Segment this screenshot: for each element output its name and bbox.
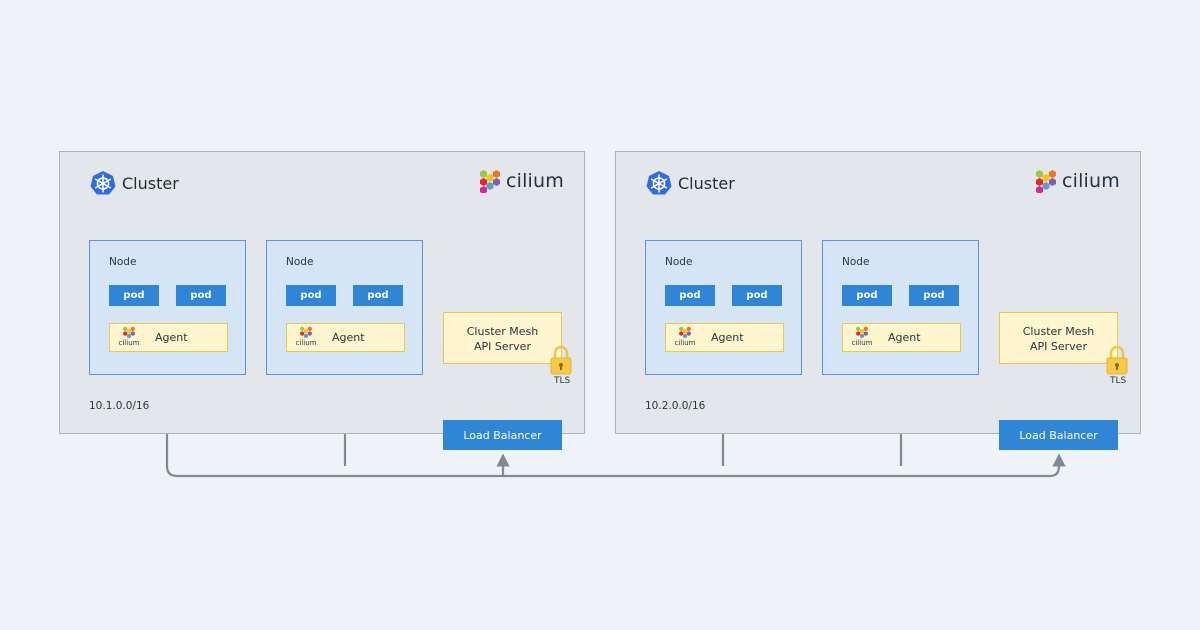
agent-logo: cilium bbox=[673, 326, 697, 347]
clustermesh-apiserver: Cluster Mesh API Server bbox=[443, 312, 562, 364]
agent-logo-text: cilium bbox=[118, 339, 140, 347]
cilium-agent: cilium Agent bbox=[286, 323, 405, 352]
pod: pod bbox=[842, 285, 892, 306]
node-box: Node pod pod cilium Agent bbox=[89, 240, 246, 375]
node-label: Node bbox=[665, 256, 693, 268]
pod: pod bbox=[665, 285, 715, 306]
agent-label: Agent bbox=[332, 331, 365, 344]
node-box: Node pod pod cilium Agent bbox=[266, 240, 423, 375]
load-balancer: Load Balancer bbox=[443, 420, 562, 450]
node-label: Node bbox=[286, 256, 314, 268]
pod: pod bbox=[353, 285, 403, 306]
agent-logo-text: cilium bbox=[295, 339, 317, 347]
cilium-icon bbox=[679, 326, 691, 339]
cilium-icon bbox=[856, 326, 868, 339]
cilium-agent: cilium Agent bbox=[665, 323, 784, 352]
node-label: Node bbox=[842, 256, 870, 268]
apiserver-line2: API Server bbox=[474, 340, 531, 353]
tls-label: TLS bbox=[1110, 376, 1127, 386]
kubernetes-icon bbox=[90, 171, 116, 195]
agent-logo-text: cilium bbox=[674, 339, 696, 347]
padlock-icon bbox=[1106, 345, 1128, 375]
pod: pod bbox=[909, 285, 959, 306]
cilium-hexagon-icon bbox=[1035, 170, 1056, 193]
cilium-wordmark: cilium bbox=[505, 170, 564, 192]
tls-label: TLS bbox=[554, 376, 571, 386]
cluster-cidr: 10.2.0.0/16 bbox=[645, 400, 706, 412]
agent-logo-text: cilium bbox=[851, 339, 873, 347]
cilium-icon bbox=[123, 326, 135, 339]
agent-label: Agent bbox=[711, 331, 744, 344]
cilium-wordmark: cilium bbox=[1061, 170, 1120, 192]
cluster-header: Cluster bbox=[646, 170, 735, 196]
node-label: Node bbox=[109, 256, 137, 268]
cilium-hexagon-icon bbox=[479, 170, 500, 193]
cilium-logo: cilium bbox=[478, 169, 564, 193]
agent-label: Agent bbox=[888, 331, 921, 344]
clustermesh-apiserver: Cluster Mesh API Server bbox=[999, 312, 1118, 364]
cluster-header: Cluster bbox=[90, 170, 179, 196]
apiserver-line2: API Server bbox=[1030, 340, 1087, 353]
apiserver-line1: Cluster Mesh bbox=[1022, 325, 1095, 338]
cluster-box: Cluster cilium Node pod pod cilium Agent… bbox=[615, 151, 1141, 450]
pod: pod bbox=[286, 285, 336, 306]
cilium-agent: cilium Agent bbox=[109, 323, 228, 352]
pod: pod bbox=[732, 285, 782, 306]
node-box: Node pod pod cilium Agent bbox=[822, 240, 979, 375]
cilium-logo: cilium bbox=[1034, 169, 1120, 193]
cluster-box: Cluster cilium Node pod pod cilium Agent… bbox=[59, 151, 585, 450]
agent-label: Agent bbox=[155, 331, 188, 344]
agent-logo: cilium bbox=[294, 326, 318, 347]
cluster-title: Cluster bbox=[678, 173, 735, 193]
pod: pod bbox=[109, 285, 159, 306]
cluster-title: Cluster bbox=[122, 173, 179, 193]
cilium-agent: cilium Agent bbox=[842, 323, 961, 352]
cilium-icon bbox=[300, 326, 312, 339]
padlock-icon bbox=[550, 345, 572, 375]
agent-logo: cilium bbox=[850, 326, 874, 347]
node-box: Node pod pod cilium Agent bbox=[645, 240, 802, 375]
kubernetes-icon bbox=[646, 171, 672, 195]
apiserver-line1: Cluster Mesh bbox=[466, 325, 539, 338]
agent-logo: cilium bbox=[117, 326, 141, 347]
load-balancer: Load Balancer bbox=[999, 420, 1118, 450]
pod: pod bbox=[176, 285, 226, 306]
cluster-cidr: 10.1.0.0/16 bbox=[89, 400, 150, 412]
